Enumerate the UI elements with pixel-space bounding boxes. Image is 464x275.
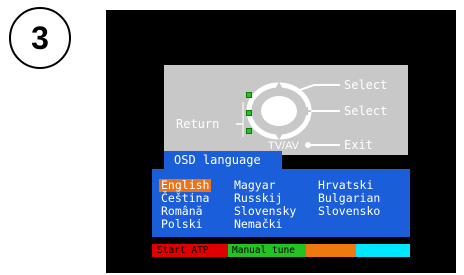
language-option[interactable]: Slovensko — [318, 205, 380, 218]
select-label-top: Select — [344, 78, 388, 92]
red-function-button[interactable]: Start ATP — [152, 244, 228, 257]
language-option[interactable]: Nemački — [234, 218, 282, 231]
green-indicator-dot — [246, 128, 252, 134]
tv-screen: Select Select Exit Return TV/AV OSD lang… — [106, 10, 456, 273]
green-indicator-dot — [246, 110, 252, 116]
orange-function-button[interactable] — [306, 244, 356, 257]
remote-guide-panel: Select Select Exit Return TV/AV — [164, 65, 408, 155]
return-label: Return — [176, 117, 220, 131]
green-function-button[interactable]: Manual tune — [228, 244, 306, 257]
osd-language-title: OSD language — [164, 151, 282, 170]
exit-label: Exit — [344, 138, 373, 152]
language-option[interactable]: Polski — [161, 218, 203, 231]
green-indicator-dot — [246, 92, 252, 98]
step-number-badge: 3 — [9, 7, 71, 69]
language-list: English Čeština Română Polski Magyar Rus… — [152, 169, 410, 237]
cyan-function-button[interactable] — [356, 244, 410, 257]
select-label-middle: Select — [344, 104, 388, 118]
